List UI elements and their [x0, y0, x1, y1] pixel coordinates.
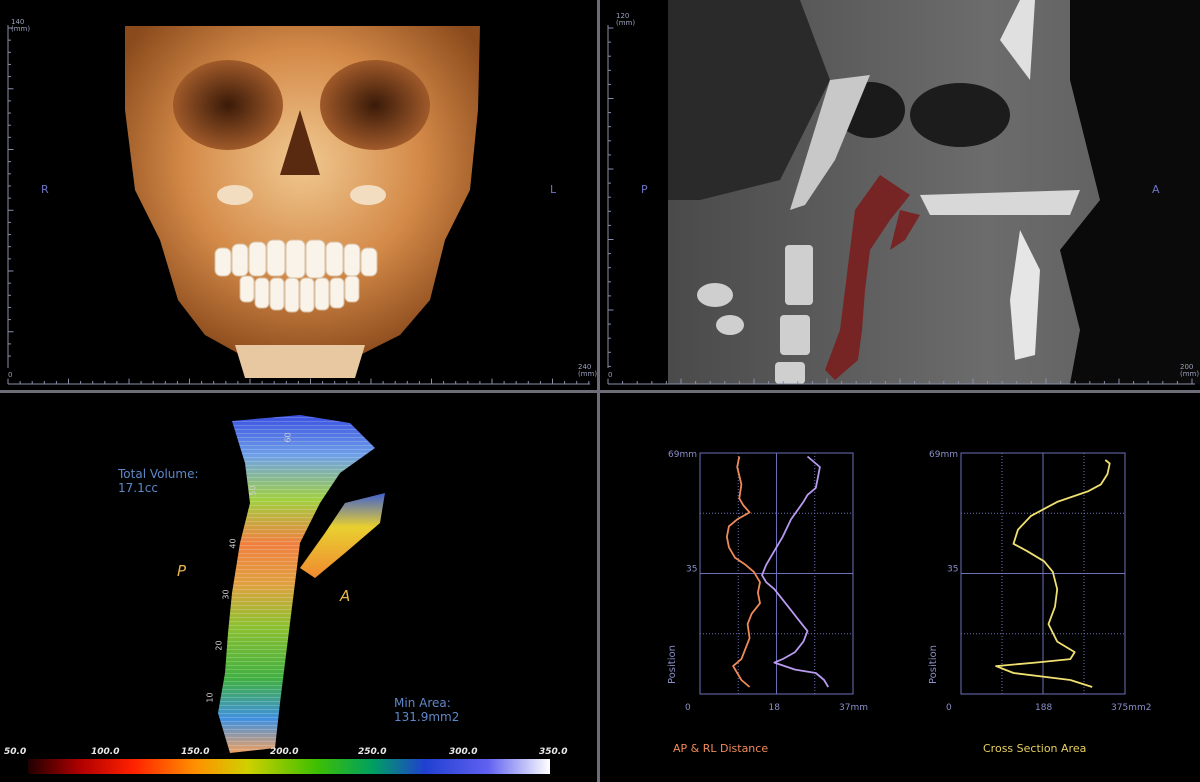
y-tick-label: 69mm: [929, 450, 958, 460]
airway-volume-render: [0, 415, 597, 782]
y-tick-label: 35: [686, 565, 697, 575]
x-tick-label: 0: [946, 703, 952, 713]
height-tick: 60: [283, 432, 293, 443]
orientation-left-label: L: [550, 183, 557, 196]
frontal-skull-render: [7, 25, 590, 385]
height-tick: 10: [205, 692, 215, 703]
series-line-ap: [726, 456, 761, 688]
posterior-label: P: [177, 562, 187, 580]
height-tick: 30: [221, 589, 231, 600]
x-tick-label: 188: [1035, 703, 1052, 713]
x-tick-label: 0: [685, 703, 691, 713]
ruler-end-unit-label: (mm): [578, 370, 597, 378]
orientation-right-label: R: [41, 183, 49, 196]
height-tick: 50: [248, 485, 258, 496]
y-tick-label: 69mm: [668, 450, 697, 460]
frontal-3d-viewport[interactable]: 140 (mm) 0 240 (mm) R L: [0, 0, 597, 390]
min-area-label: Min Area:: [394, 696, 451, 710]
series-line-rl: [761, 455, 829, 688]
color-scale-label: 250.0: [358, 747, 387, 757]
min-area-value: 131.9mm2: [394, 710, 460, 724]
airway-charts-svg: 69mm 35 0 18 37mm Position 69mm 35 0 188 375mm2 Pos…: [667, 450, 1151, 713]
sagittal-ct-viewport[interactable]: 120 (mm) 0 200 (mm) P A: [600, 0, 1200, 390]
x-tick-label: 37mm: [839, 703, 868, 713]
chart-title-ap-rl: AP & RL Distance: [673, 742, 768, 755]
sagittal-ct-slice: [607, 0, 1200, 385]
chart-title-cross-section: Cross Section Area: [983, 742, 1087, 755]
orientation-posterior-label: P: [641, 183, 648, 196]
total-volume-value: 17.1cc: [118, 481, 158, 495]
ruler-unit-label: (mm): [11, 25, 31, 33]
airway-charts-viewport[interactable]: 69mm 35 0 18 37mm Position 69mm 35 0 188 375mm2 Pos…: [600, 393, 1200, 782]
color-scale-label: 300.0: [449, 747, 478, 757]
ruler-zero-label: 0: [8, 371, 13, 379]
color-scale-label: 150.0: [181, 747, 210, 757]
color-scale-label: 350.0: [539, 747, 568, 757]
x-tick-label: 18: [769, 703, 781, 713]
color-scale-bar: [28, 759, 550, 774]
orientation-anterior-label: A: [1152, 183, 1160, 196]
height-tick: 20: [214, 640, 224, 651]
ruler-zero-label: 0: [608, 371, 613, 379]
y-tick-label: 35: [947, 565, 958, 575]
anterior-label: A: [340, 587, 351, 605]
y-axis-label: Position: [928, 645, 939, 684]
ruler-unit-label: (mm): [616, 19, 636, 27]
x-tick-label: 375mm2: [1111, 703, 1151, 713]
chart-title-text: AP & RL Distance: [673, 742, 769, 755]
color-scale-label: 200.0: [270, 747, 299, 757]
airway-volume-viewport[interactable]: Total Volume: 17.1cc Min Area: 131.9mm2 …: [0, 393, 597, 782]
height-tick: 40: [228, 538, 238, 549]
ruler-end-unit-label: (mm): [1180, 370, 1200, 378]
color-scale-label: 50.0: [4, 747, 27, 757]
color-scale-label: 100.0: [91, 747, 120, 757]
y-axis-label: Position: [667, 645, 678, 684]
total-volume-label: Total Volume:: [118, 467, 199, 481]
